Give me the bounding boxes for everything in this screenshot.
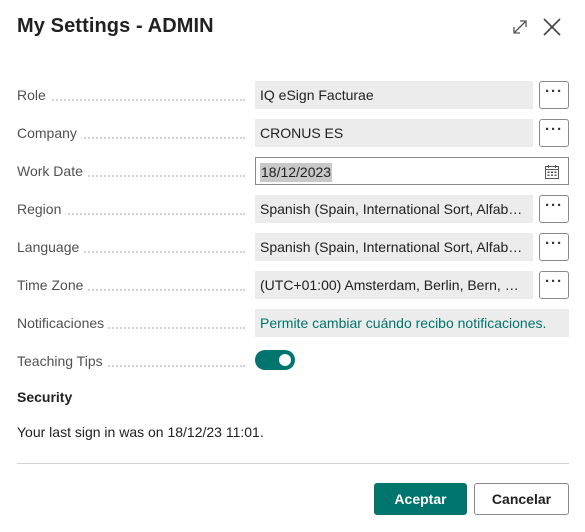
footer-divider: [17, 463, 569, 464]
language-label: Language: [17, 239, 84, 255]
company-field[interactable]: CRONUS ES: [255, 119, 533, 147]
cancel-button[interactable]: Cancelar: [474, 483, 569, 515]
calendar-icon[interactable]: [544, 164, 560, 185]
role-field[interactable]: IQ eSign Facturae: [255, 81, 533, 109]
time-zone-label: Time Zone: [17, 277, 88, 293]
teaching-tips-toggle[interactable]: [255, 350, 295, 370]
close-icon[interactable]: [541, 16, 563, 38]
company-lookup-button[interactable]: ···: [539, 119, 569, 147]
notifications-row: Notificaciones Permite cambiar cuándo re…: [17, 309, 569, 337]
company-row: Company CRONUS ES ···: [17, 119, 569, 147]
expand-icon[interactable]: [509, 16, 531, 38]
leader-dots: [17, 99, 245, 101]
dialog-header: My Settings - ADMIN: [17, 12, 573, 42]
time-zone-field[interactable]: (UTC+01:00) Amsterdam, Berlin, Bern, Rom…: [255, 271, 533, 299]
notifications-link[interactable]: Permite cambiar cuándo recibo notificaci…: [255, 309, 569, 337]
role-lookup-button[interactable]: ···: [539, 81, 569, 109]
work-date-row: Work Date 18/12/2023: [17, 157, 569, 185]
ok-button[interactable]: Aceptar: [374, 483, 467, 515]
role-label: Role: [17, 87, 50, 103]
region-label: Region: [17, 201, 66, 217]
time-zone-row: Time Zone (UTC+01:00) Amsterdam, Berlin,…: [17, 271, 569, 299]
region-row: Region Spanish (Spain, International Sor…: [17, 195, 569, 223]
role-row: Role IQ eSign Facturae ···: [17, 81, 569, 109]
teaching-tips-row: Teaching Tips: [17, 347, 569, 375]
work-date-label: Work Date: [17, 163, 87, 179]
language-lookup-button[interactable]: ···: [539, 233, 569, 261]
last-signin-text: Your last sign in was on 18/12/23 11:01.: [17, 424, 264, 440]
dialog-title: My Settings - ADMIN: [17, 15, 214, 37]
language-row: Language Spanish (Spain, International S…: [17, 233, 569, 261]
security-heading: Security: [17, 389, 73, 405]
region-lookup-button[interactable]: ···: [539, 195, 569, 223]
company-label: Company: [17, 125, 81, 141]
time-zone-lookup-button[interactable]: ···: [539, 271, 569, 299]
language-field[interactable]: Spanish (Spain, International Sort, Alfa…: [255, 233, 533, 261]
notifications-label: Notificaciones: [17, 315, 109, 331]
work-date-input[interactable]: 18/12/2023: [255, 157, 569, 185]
toggle-knob: [279, 354, 291, 366]
teaching-tips-label: Teaching Tips: [17, 353, 107, 369]
work-date-value: 18/12/2023: [260, 163, 333, 182]
region-field[interactable]: Spanish (Spain, International Sort, Alfa…: [255, 195, 533, 223]
